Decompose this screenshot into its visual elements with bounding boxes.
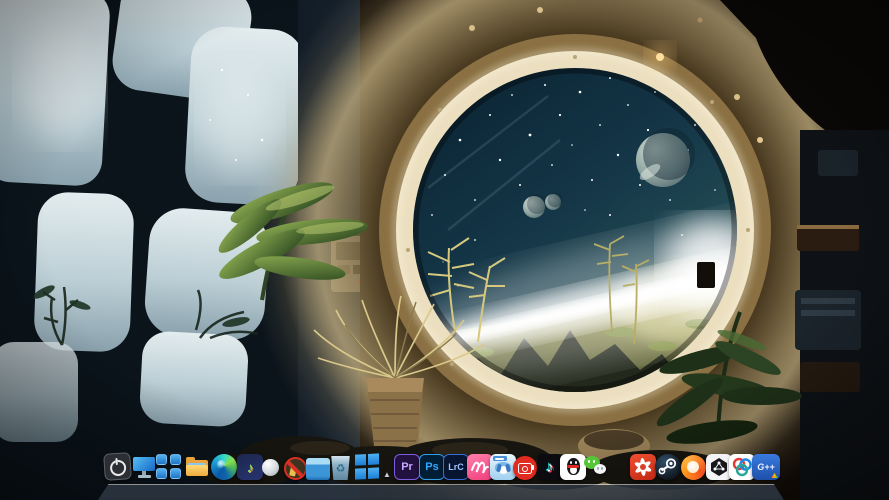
music-app-button[interactable]: ♪ <box>237 454 263 480</box>
desktop-monitor-button[interactable] <box>131 454 157 480</box>
orange-ring-browser-button[interactable] <box>681 455 706 480</box>
lightroom-label: LrC <box>448 462 464 472</box>
premiere-label: Pr <box>401 461 413 473</box>
triangle-icon: ▲ <box>383 470 391 479</box>
dock-expand-arrow[interactable]: ▲ <box>381 469 393 479</box>
edge-browser-button[interactable] <box>211 454 237 480</box>
windows-logo-button[interactable] <box>355 452 381 480</box>
file-explorer-button[interactable] <box>184 454 210 480</box>
archive-box-app-button[interactable] <box>306 458 330 480</box>
windows-icon <box>355 454 366 466</box>
photoshop-button[interactable]: Ps <box>419 454 445 480</box>
wallpaper <box>0 0 889 500</box>
dock: ♪ ♻ ▲ Pr Ps LrC <box>0 452 889 500</box>
swirl-icon <box>630 454 656 480</box>
banner-icon <box>493 456 507 461</box>
sphere-app-button[interactable] <box>262 459 279 476</box>
power-button[interactable] <box>103 452 132 481</box>
tiktok-note-icon: ♪ <box>546 459 554 476</box>
recycle-bin-button[interactable]: ♻ <box>330 456 351 480</box>
app-launcher-button[interactable] <box>156 453 182 480</box>
wechat-button[interactable] <box>583 454 609 480</box>
gplus-app-button[interactable]: G++ <box>752 454 780 480</box>
gplus-label: G++ <box>757 462 775 472</box>
lightroom-classic-button[interactable]: LrC <box>443 454 469 480</box>
desktop: ♪ ♻ ▲ Pr Ps LrC <box>0 0 889 500</box>
steam-piston-icon <box>655 454 681 480</box>
blocker-app-button[interactable] <box>284 457 307 480</box>
security-app-button[interactable] <box>630 454 656 480</box>
dock-platform <box>88 484 793 500</box>
premiere-pro-button[interactable]: Pr <box>394 454 420 480</box>
photoshop-label: Ps <box>425 461 438 473</box>
monitor-icon <box>133 457 155 471</box>
recycle-icon: ♻ <box>336 462 346 475</box>
video-camera-app-button[interactable] <box>513 456 537 480</box>
grid-icon <box>156 454 167 465</box>
music-note-icon: ♪ <box>247 459 254 475</box>
steam-button[interactable] <box>655 454 681 480</box>
